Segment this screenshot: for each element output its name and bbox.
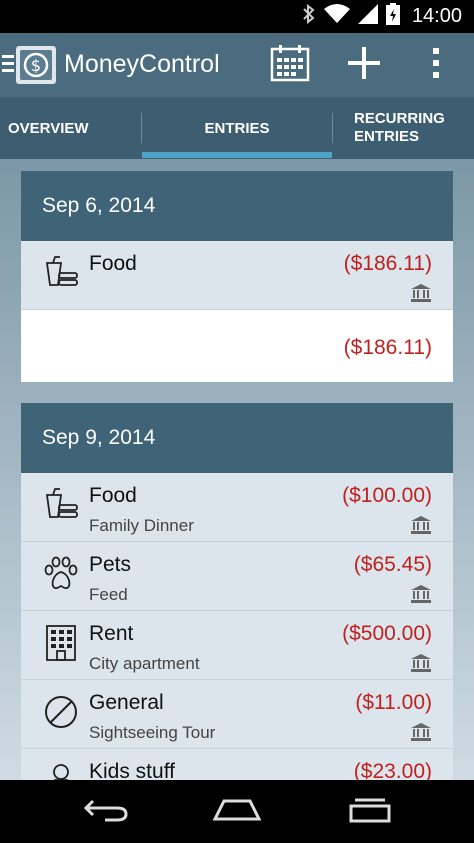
back-button[interactable]: [76, 792, 136, 832]
entry-row[interactable]: Food Family Dinner ($100.00): [21, 473, 453, 542]
overflow-menu-button[interactable]: [412, 43, 460, 87]
food-icon: [43, 255, 79, 291]
entry-description: City apartment: [89, 654, 200, 673]
bank-icon: [411, 654, 431, 672]
entry-row[interactable]: Food ($186.11): [21, 241, 453, 310]
entry-row[interactable]: Pets Feed ($65.45): [21, 542, 453, 611]
group-total-amount: ($186.11): [343, 336, 432, 359]
svg-text:$: $: [31, 56, 41, 75]
recent-apps-button[interactable]: [340, 792, 400, 832]
entries-list[interactable]: Sep 6, 2014 Food ($186.11) ($186.11) Sep…: [0, 159, 474, 780]
back-icon: [83, 797, 129, 828]
navigation-bar: [0, 780, 474, 843]
entry-category: Food: [89, 484, 137, 507]
date-group-card: Sep 6, 2014 Food ($186.11) ($186.11): [21, 171, 453, 382]
entry-amount: ($23.00): [353, 760, 432, 780]
bank-icon: [411, 516, 431, 534]
status-bar: 14:00: [0, 0, 474, 33]
bank-icon: [411, 284, 431, 302]
battery-icon: [385, 3, 400, 30]
tab-entries-label: ENTRIES: [204, 119, 270, 137]
tab-bar: OVERVIEW ENTRIES RECURRING ENTRIES: [0, 97, 474, 159]
paw-icon: [43, 556, 79, 592]
tab-overview-label: OVERVIEW: [8, 119, 89, 137]
status-time: 14:00: [411, 5, 462, 27]
entry-category: Food: [89, 252, 137, 275]
app-title: MoneyControl: [64, 50, 220, 78]
tab-entries[interactable]: ENTRIES: [142, 97, 332, 159]
entry-row[interactable]: Kids stuff ($23.00): [21, 749, 453, 780]
date-group-title: Sep 9, 2014: [42, 426, 156, 449]
entry-amount: ($65.45): [353, 553, 432, 576]
entry-description: Feed: [89, 585, 128, 604]
home-icon: [212, 799, 262, 826]
date-group-title: Sep 6, 2014: [42, 194, 156, 217]
tab-recurring-entries[interactable]: RECURRING ENTRIES: [332, 97, 474, 159]
tab-recurring-label-line2: ENTRIES: [354, 128, 420, 145]
date-group-header: Sep 9, 2014: [21, 403, 453, 473]
app-logo-icon[interactable]: $: [15, 44, 57, 86]
child-icon: [43, 763, 79, 780]
plus-icon: [347, 46, 381, 85]
date-group-total: ($186.11): [21, 310, 453, 382]
prohibited-icon: [43, 694, 79, 730]
more-vert-icon: [431, 47, 441, 84]
bluetooth-icon: [302, 3, 316, 29]
entry-amount: ($186.11): [343, 252, 432, 275]
entry-description: Family Dinner: [89, 516, 194, 535]
wifi-icon: [323, 4, 350, 29]
entry-amount: ($11.00): [355, 691, 432, 714]
entry-amount: ($500.00): [342, 622, 432, 645]
signal-icon: [357, 4, 378, 29]
home-button[interactable]: [207, 792, 267, 832]
calendar-icon: [270, 44, 310, 87]
tab-selected-indicator: [142, 152, 332, 158]
food-icon: [43, 487, 79, 523]
entry-category: Kids stuff: [89, 760, 175, 780]
calendar-button[interactable]: [266, 43, 314, 87]
entry-row[interactable]: General Sightseeing Tour ($11.00): [21, 680, 453, 749]
bank-icon: [411, 585, 431, 603]
entry-category: Pets: [89, 553, 132, 576]
entry-row[interactable]: Rent City apartment ($500.00): [21, 611, 453, 680]
recent-apps-icon: [347, 797, 393, 828]
building-icon: [43, 625, 79, 661]
date-group-header: Sep 6, 2014: [21, 171, 453, 241]
tab-overview[interactable]: OVERVIEW: [0, 97, 142, 159]
add-entry-button[interactable]: [340, 43, 388, 87]
entry-category: Rent: [89, 622, 134, 645]
date-group-card: Sep 9, 2014 Food Family Dinner ($100.00): [21, 403, 453, 780]
entry-category: General: [89, 691, 164, 714]
action-bar: $ MoneyControl: [0, 33, 474, 97]
tab-recurring-label-line1: RECURRING: [354, 110, 445, 127]
entry-description: Sightseeing Tour: [89, 723, 216, 742]
bank-icon: [411, 723, 431, 741]
entry-amount: ($100.00): [342, 484, 432, 507]
drawer-indicator-icon[interactable]: [2, 55, 14, 76]
